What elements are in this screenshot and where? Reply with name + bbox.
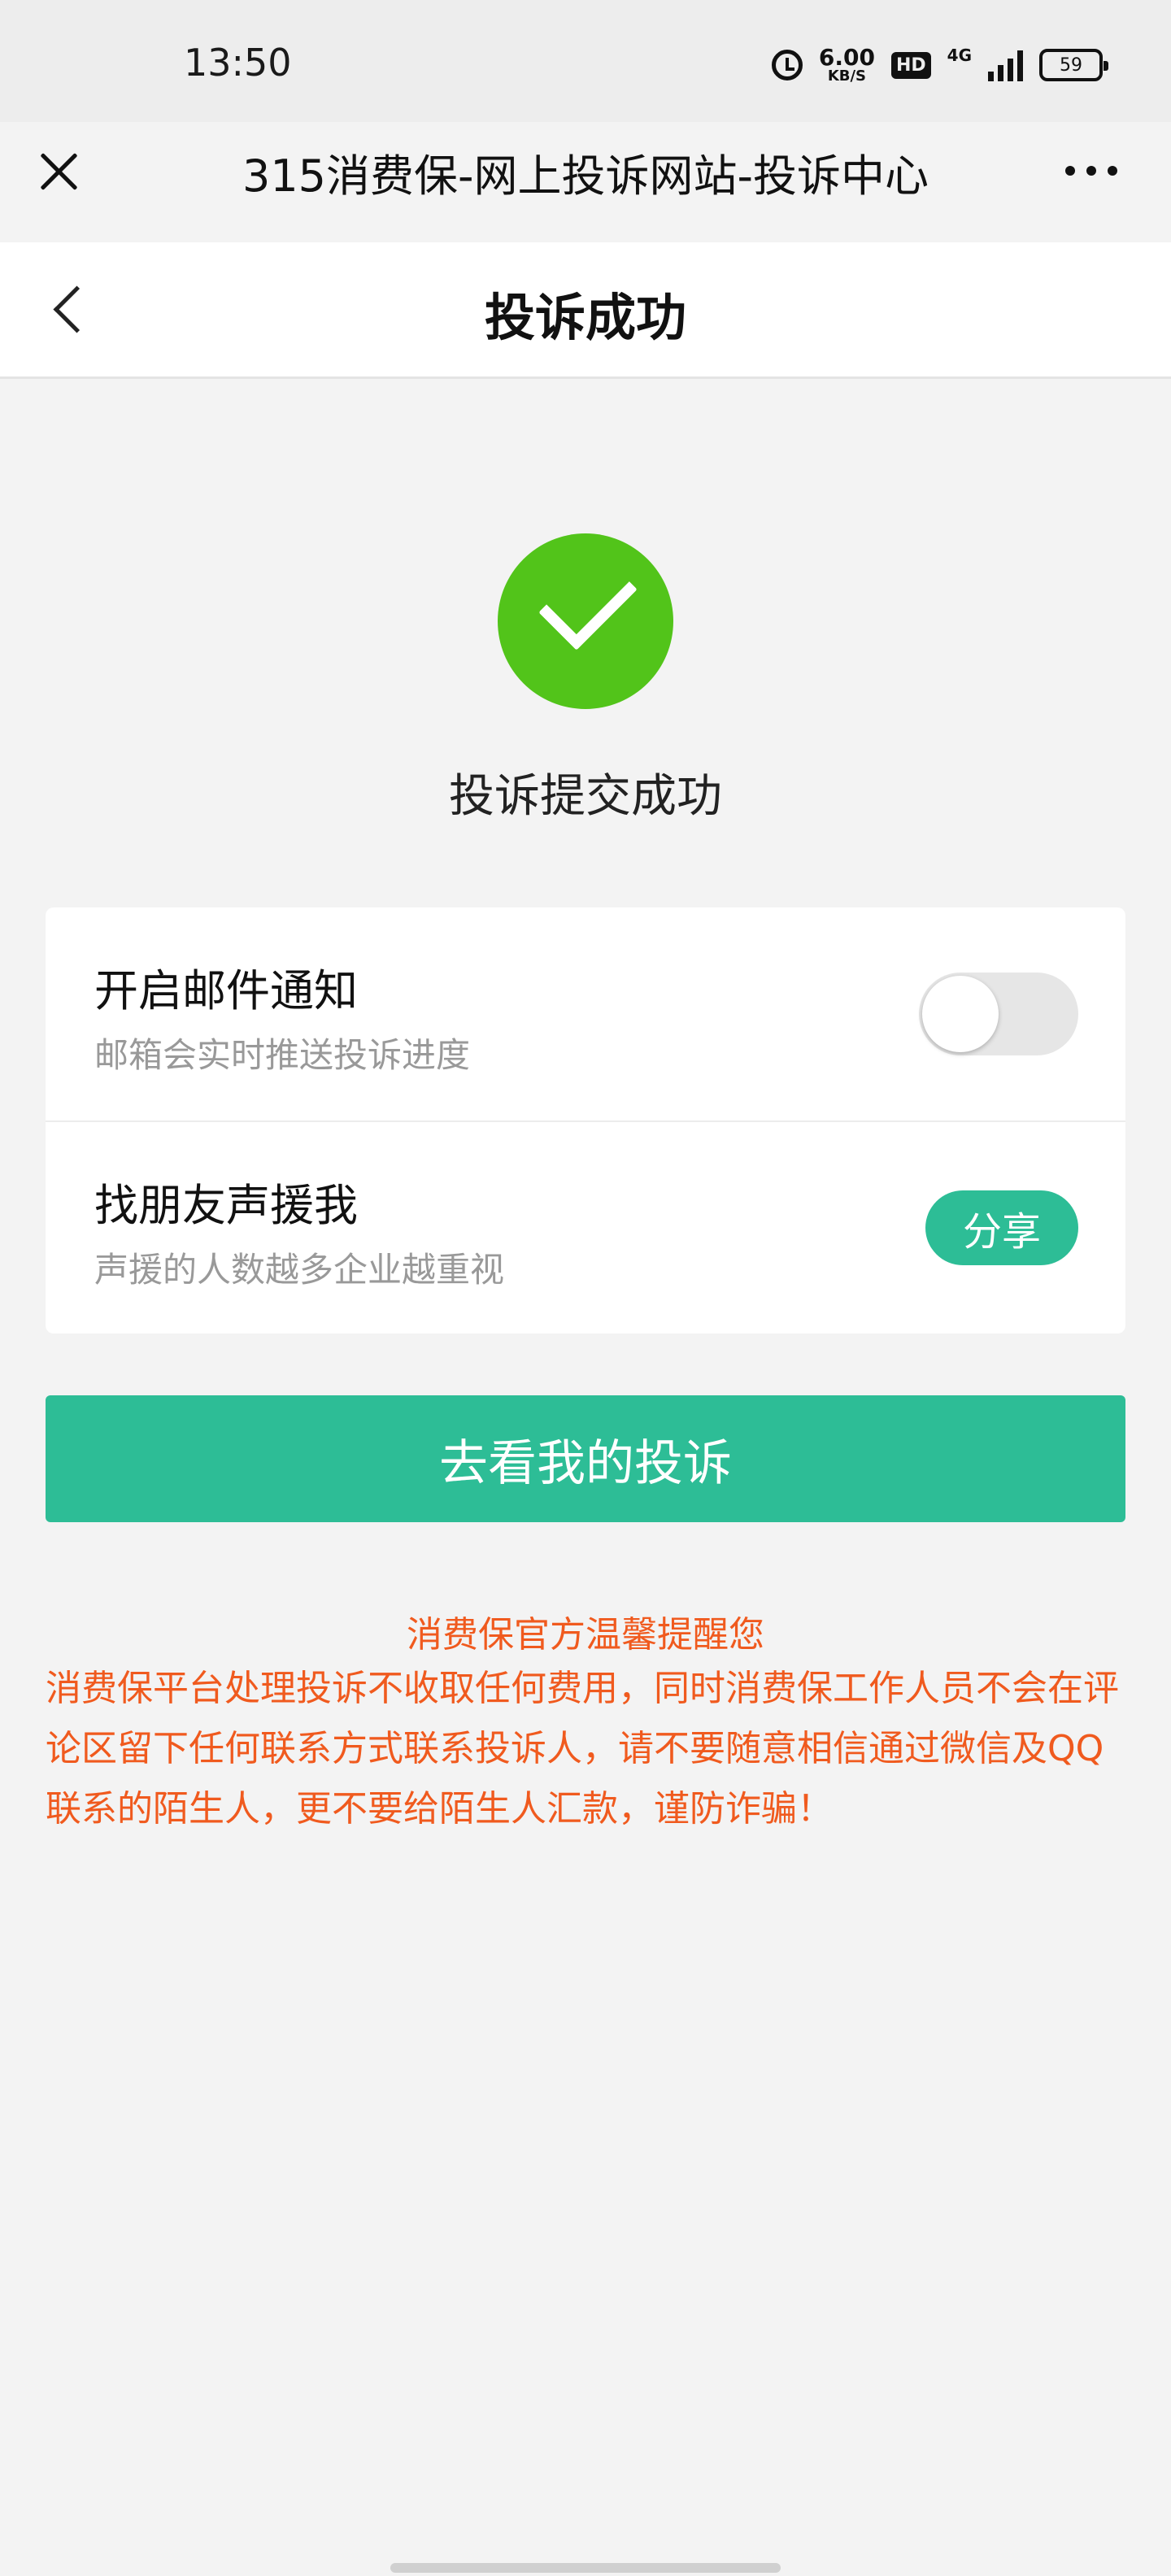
email-notify-row: 开启邮件通知 邮箱会实时推送投诉进度 bbox=[46, 907, 1125, 1120]
close-icon[interactable] bbox=[37, 150, 80, 193]
friend-support-title: 找朋友声援我 bbox=[94, 1180, 358, 1231]
network-speed-value: 6.00 bbox=[818, 44, 875, 71]
email-notify-toggle[interactable] bbox=[919, 973, 1078, 1055]
signal-icon bbox=[988, 49, 1023, 81]
share-button[interactable]: 分享 bbox=[925, 1190, 1078, 1265]
network-speed: 6.00 KB/S bbox=[819, 46, 875, 84]
network-type: 4G bbox=[947, 46, 972, 65]
toggle-knob bbox=[922, 976, 999, 1052]
success-check-icon bbox=[498, 533, 673, 709]
battery-icon: 59 bbox=[1039, 49, 1108, 81]
view-my-complaint-button[interactable]: 去看我的投诉 bbox=[46, 1395, 1125, 1522]
options-card: 开启邮件通知 邮箱会实时推送投诉进度 找朋友声援我 声援的人数越多企业越重视 分… bbox=[46, 907, 1125, 1334]
status-time: 13:50 bbox=[184, 41, 292, 85]
notice-title: 消费保官方温馨提醒您 bbox=[407, 1614, 764, 1656]
email-notify-title: 开启邮件通知 bbox=[94, 965, 358, 1016]
home-indicator bbox=[390, 2563, 781, 2573]
notice-body: 消费保平台处理投诉不收取任何费用，同时消费保工作人员不会在评论区留下任何联系方式… bbox=[46, 1668, 1119, 1830]
friend-support-subtitle: 声援的人数越多企业越重视 bbox=[94, 1250, 505, 1290]
friend-support-row: 找朋友声援我 声援的人数越多企业越重视 分享 bbox=[46, 1120, 1125, 1334]
browser-title: 315消费保-网上投诉网站-投诉中心 bbox=[242, 150, 929, 202]
hd-icon: HD bbox=[890, 51, 931, 79]
status-icons: 6.00 KB/S HD 4G 59 bbox=[771, 41, 1108, 89]
alarm-icon bbox=[771, 50, 803, 80]
more-icon[interactable] bbox=[1065, 166, 1117, 176]
network-speed-unit: KB/S bbox=[827, 67, 867, 85]
page-nav-bar: 投诉成功 bbox=[0, 242, 1171, 379]
success-message: 投诉提交成功 bbox=[449, 770, 722, 823]
status-bar: 13:50 6.00 KB/S HD 4G 59 bbox=[0, 0, 1171, 122]
email-notify-subtitle: 邮箱会实时推送投诉进度 bbox=[94, 1035, 471, 1075]
page-title: 投诉成功 bbox=[484, 288, 686, 347]
